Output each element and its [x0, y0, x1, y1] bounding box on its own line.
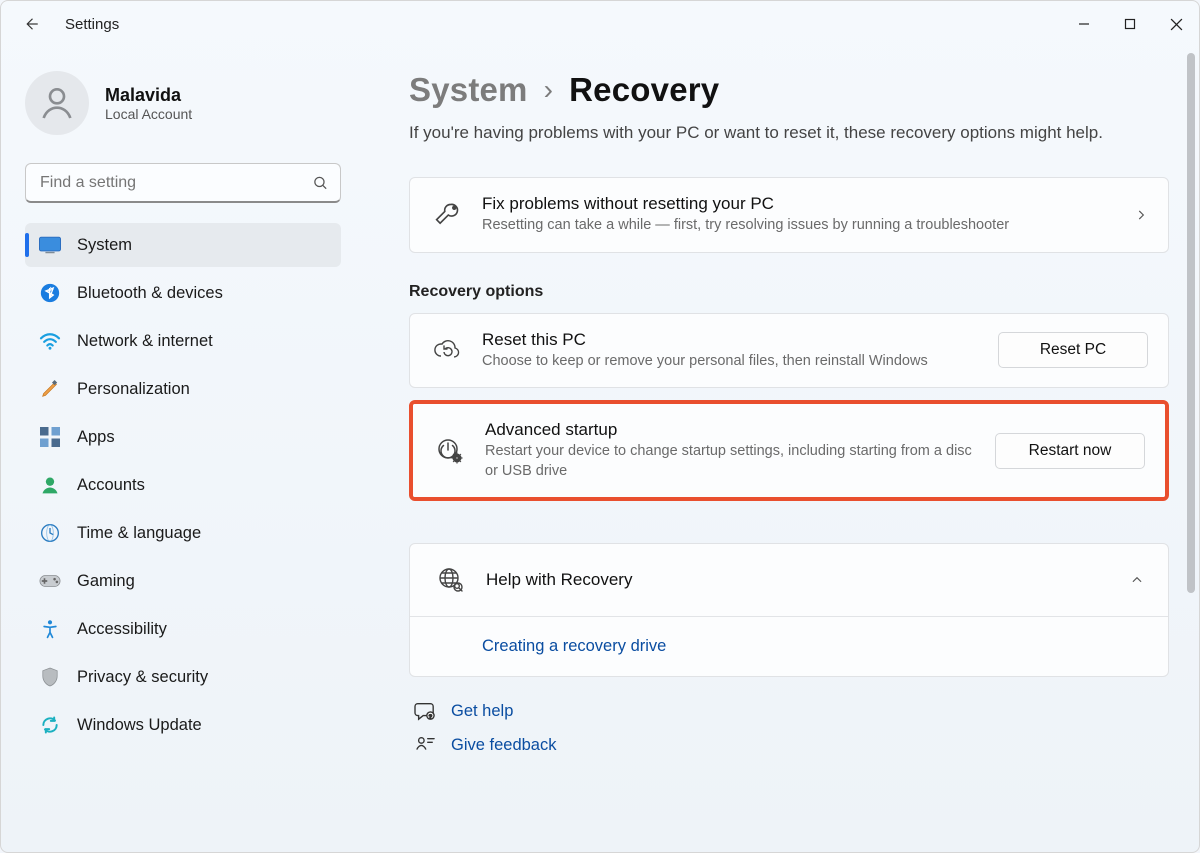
search-icon [312, 175, 329, 192]
wrench-icon [430, 201, 464, 229]
sidebar-item-label: Personalization [77, 380, 190, 399]
breadcrumb-parent[interactable]: System [409, 71, 528, 109]
profile-name: Malavida [105, 85, 192, 106]
help-sublink-row: Creating a recovery drive [410, 616, 1168, 676]
sidebar-item-gaming[interactable]: Gaming [25, 559, 341, 603]
profile-account-type: Local Account [105, 106, 192, 122]
globe-search-icon [434, 566, 468, 594]
sidebar-item-privacy[interactable]: Privacy & security [25, 655, 341, 699]
help-with-recovery-card: Help with Recovery Creating a recovery d… [409, 543, 1169, 677]
intro-text: If you're having problems with your PC o… [409, 123, 1169, 143]
apps-icon [39, 426, 61, 448]
settings-window: Settings Malavida Local Account [0, 0, 1200, 853]
give-feedback-link[interactable]: Give feedback [413, 735, 1169, 755]
sidebar-item-windows-update[interactable]: Windows Update [25, 703, 341, 747]
back-button[interactable] [15, 8, 47, 40]
content-area: System › Recovery If you're having probl… [361, 47, 1199, 852]
titlebar: Settings [1, 1, 1199, 47]
sidebar-item-label: Apps [77, 428, 115, 447]
footer-links: ? Get help Give feedback [409, 701, 1169, 755]
shield-icon [39, 666, 61, 688]
reset-pc-subtitle: Choose to keep or remove your personal f… [482, 352, 980, 372]
chevron-right-icon: › [544, 74, 554, 106]
feedback-icon [413, 735, 437, 755]
sidebar-item-bluetooth[interactable]: Bluetooth & devices [25, 271, 341, 315]
sidebar-item-system[interactable]: System [25, 223, 341, 267]
restart-now-button[interactable]: Restart now [995, 433, 1145, 469]
update-icon [39, 714, 61, 736]
power-gear-icon [433, 437, 467, 465]
avatar [25, 71, 89, 135]
paintbrush-icon [39, 378, 61, 400]
fix-problems-card[interactable]: Fix problems without resetting your PC R… [409, 177, 1169, 253]
advanced-startup-subtitle: Restart your device to change startup se… [485, 442, 977, 481]
sidebar-item-time-language[interactable]: Time & language [25, 511, 341, 555]
fix-problems-subtitle: Resetting can take a while — first, try … [482, 216, 1116, 236]
sidebar-item-label: Time & language [77, 524, 201, 543]
sidebar-item-label: System [77, 236, 132, 255]
sidebar-item-label: Network & internet [77, 332, 213, 351]
sidebar-item-label: Privacy & security [77, 668, 208, 687]
recovery-drive-link[interactable]: Creating a recovery drive [482, 637, 666, 655]
reset-pc-button[interactable]: Reset PC [998, 332, 1148, 368]
reset-cloud-icon [430, 338, 464, 362]
sidebar-item-label: Accessibility [77, 620, 167, 639]
reset-pc-title: Reset this PC [482, 330, 980, 350]
advanced-startup-highlight: Advanced startup Restart your device to … [409, 400, 1169, 501]
profile-block[interactable]: Malavida Local Account [25, 71, 341, 135]
breadcrumb-current: Recovery [569, 71, 719, 109]
search-input[interactable] [25, 163, 341, 203]
chevron-up-icon [1130, 573, 1144, 587]
help-header[interactable]: Help with Recovery [410, 544, 1168, 616]
sidebar-item-network[interactable]: Network & internet [25, 319, 341, 363]
advanced-startup-card: Advanced startup Restart your device to … [413, 404, 1165, 497]
sidebar-item-accessibility[interactable]: Accessibility [25, 607, 341, 651]
close-button[interactable] [1153, 1, 1199, 47]
sidebar-item-label: Gaming [77, 572, 135, 591]
wifi-icon [39, 330, 61, 352]
breadcrumb: System › Recovery [409, 71, 1169, 109]
accounts-icon [39, 474, 61, 496]
gaming-icon [39, 570, 61, 592]
get-help-label: Get help [451, 702, 513, 721]
bluetooth-icon [39, 282, 61, 304]
sidebar-item-personalization[interactable]: Personalization [25, 367, 341, 411]
help-title: Help with Recovery [486, 570, 1112, 590]
window-title: Settings [65, 16, 119, 33]
sidebar-item-label: Accounts [77, 476, 145, 495]
globe-clock-icon [39, 522, 61, 544]
sidebar-item-accounts[interactable]: Accounts [25, 463, 341, 507]
system-icon [39, 234, 61, 256]
advanced-startup-title: Advanced startup [485, 420, 977, 440]
chevron-right-icon [1134, 208, 1148, 222]
window-controls [1061, 1, 1199, 47]
maximize-button[interactable] [1107, 1, 1153, 47]
fix-problems-title: Fix problems without resetting your PC [482, 194, 1116, 214]
give-feedback-label: Give feedback [451, 736, 556, 755]
sidebar: Malavida Local Account System Bluetooth … [1, 47, 361, 852]
sidebar-item-apps[interactable]: Apps [25, 415, 341, 459]
recovery-options-label: Recovery options [409, 283, 1169, 301]
sidebar-nav: System Bluetooth & devices Network & int… [25, 223, 341, 747]
sidebar-item-label: Bluetooth & devices [77, 284, 223, 303]
minimize-button[interactable] [1061, 1, 1107, 47]
sidebar-item-label: Windows Update [77, 716, 202, 735]
scrollbar[interactable] [1187, 53, 1195, 593]
search-container [25, 163, 341, 203]
get-help-link[interactable]: ? Get help [413, 701, 1169, 721]
reset-pc-card: Reset this PC Choose to keep or remove y… [409, 313, 1169, 389]
accessibility-icon [39, 618, 61, 640]
chat-help-icon: ? [413, 701, 437, 721]
